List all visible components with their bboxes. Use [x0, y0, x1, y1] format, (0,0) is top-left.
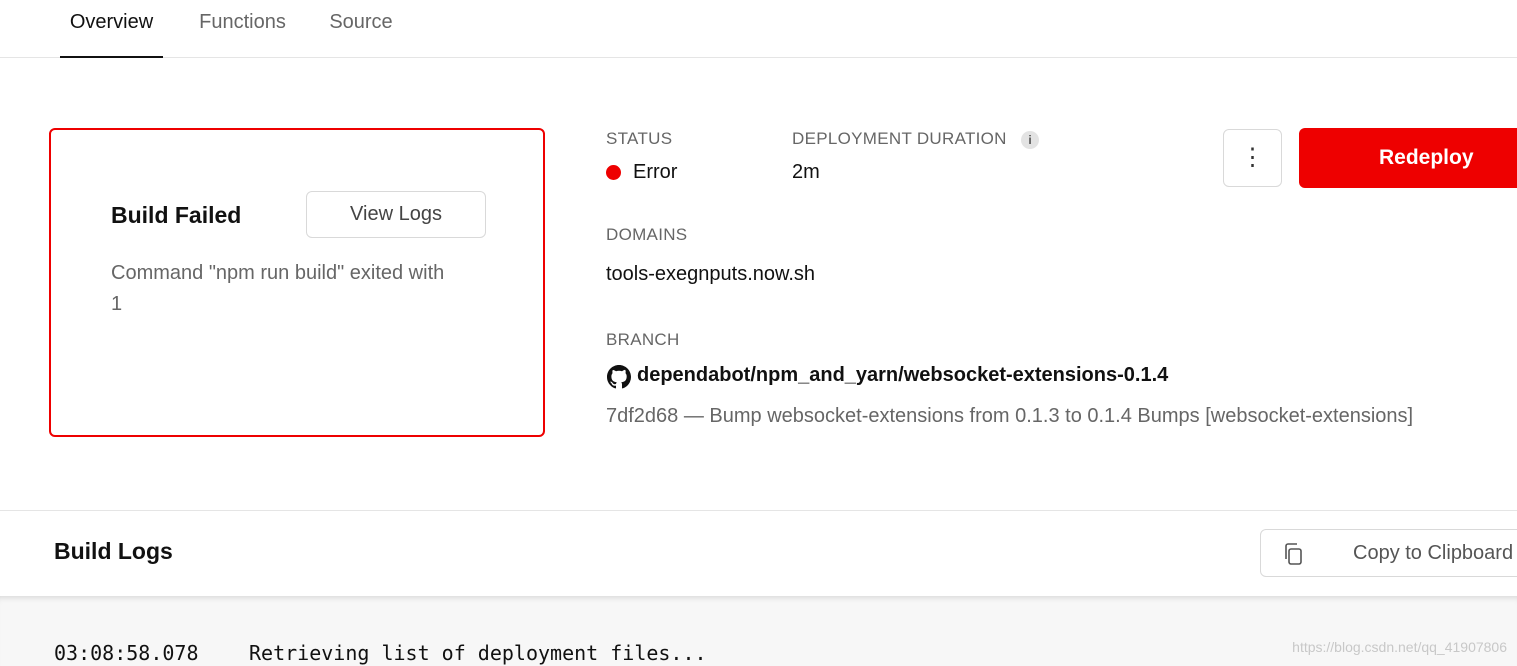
- status-label: STATUS: [606, 129, 673, 148]
- build-failed-title: Build Failed: [111, 202, 242, 228]
- branch-label: BRANCH: [606, 330, 680, 349]
- watermark: https://blog.csdn.net/qq_41907806: [1292, 639, 1507, 655]
- deployment-duration-value: 2m: [792, 161, 820, 183]
- copy-to-clipboard-button[interactable]: Copy to Clipboard: [1260, 529, 1517, 577]
- build-error-message: Command "npm run build" exited with 1: [111, 262, 445, 315]
- log-timestamp: 03:08:58.078: [54, 641, 199, 665]
- tab-bar: Overview Functions Source: [0, 0, 1517, 58]
- commit-message[interactable]: 7df2d68 — Bump websocket-extensions from…: [606, 405, 1413, 428]
- tab-source[interactable]: Source: [322, 0, 400, 57]
- section-divider: [0, 510, 1517, 511]
- build-failed-card: Build Failed View Logs Command "npm run …: [49, 128, 545, 437]
- more-vertical-icon: ⋮: [1240, 144, 1265, 171]
- build-logs-title: Build Logs: [54, 538, 173, 564]
- copy-icon: [1285, 543, 1302, 565]
- build-logs-output: [0, 596, 1517, 666]
- tab-overview[interactable]: Overview: [60, 0, 163, 58]
- domains-label: DOMAINS: [606, 225, 688, 244]
- tab-functions[interactable]: Functions: [190, 0, 295, 57]
- domain-link[interactable]: tools-exegnputs.now.sh: [606, 263, 815, 286]
- github-icon: [607, 365, 631, 389]
- log-line: Retrieving list of deployment files...: [249, 641, 707, 665]
- deployment-duration-label: DEPLOYMENT DURATION: [792, 129, 1007, 148]
- redeploy-button[interactable]: Redeploy: [1299, 128, 1517, 188]
- info-icon[interactable]: i: [1021, 131, 1039, 149]
- branch-name-link[interactable]: dependabot/npm_and_yarn/websocket-extens…: [637, 364, 1168, 387]
- status-value: Error: [633, 161, 678, 183]
- more-options-button[interactable]: ⋮: [1223, 129, 1282, 187]
- status-error-dot-icon: [606, 165, 621, 180]
- copy-to-clipboard-label: Copy to Clipboard: [1353, 542, 1514, 564]
- view-logs-button[interactable]: View Logs: [306, 191, 486, 238]
